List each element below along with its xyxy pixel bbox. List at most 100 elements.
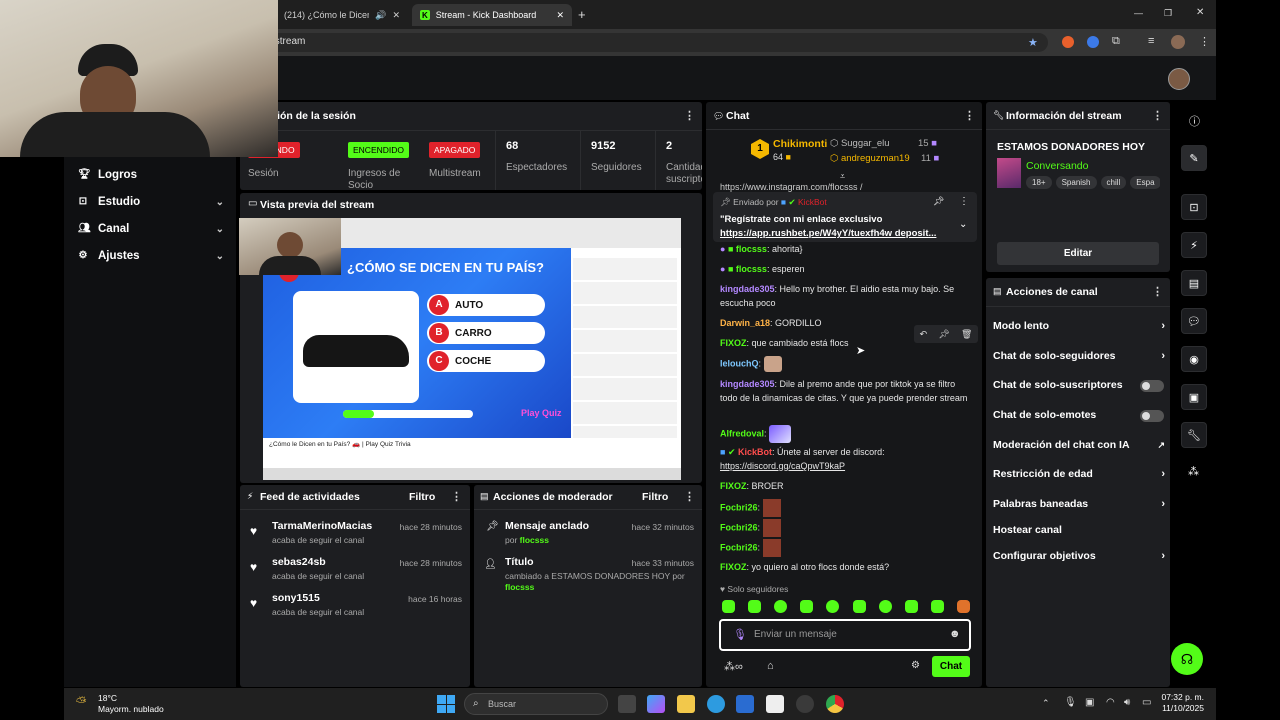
feed-user[interactable]: sebas24sb: [272, 556, 326, 568]
mod-user[interactable]: flocsss: [520, 535, 549, 545]
chevron-up-icon[interactable]: ⌃: [1042, 698, 1050, 709]
emote-icon[interactable]: [722, 600, 735, 613]
chat-user[interactable]: lelouchQ: [720, 358, 759, 368]
close-icon[interactable]: ✕: [556, 10, 564, 21]
chat-user[interactable]: FIXOZ: [720, 481, 747, 491]
battery-icon[interactable]: ▭: [1142, 697, 1151, 708]
emoji-icon[interactable]: ☻: [949, 628, 961, 640]
emote-icon[interactable]: [930, 600, 944, 613]
chat-user[interactable]: Focbri26: [720, 522, 758, 532]
chat-send-button[interactable]: Chat: [932, 656, 970, 677]
browser-tab-youtube[interactable]: (214) ¿Cómo le Dicen en tu 🔊 ✕: [276, 4, 408, 26]
obs-icon[interactable]: [796, 695, 814, 713]
community-icon[interactable]: ⁂: [1188, 465, 1199, 478]
info-icon[interactable]: ⓘ: [1189, 113, 1200, 129]
speaker-icon[interactable]: 🔊︎: [1124, 697, 1130, 708]
media-icon[interactable]: ≡: [1148, 35, 1154, 47]
rail-button[interactable]: ⚡︎: [1181, 232, 1207, 258]
pin-icon[interactable]: 📌︎: [938, 329, 949, 340]
sidebar-item-canal[interactable]: 👥︎ Canal ⌄: [78, 219, 224, 239]
collapse-icon[interactable]: ⩡: [840, 171, 845, 182]
store-icon[interactable]: [736, 695, 754, 713]
emote-icon[interactable]: [956, 600, 970, 613]
windows-start-icon[interactable]: [437, 695, 455, 713]
kebab-menu-icon[interactable]: ⋮: [1152, 109, 1163, 122]
action-restriccion-edad[interactable]: Restricción de edad ›: [993, 466, 1165, 482]
chat-link[interactable]: https://www.instagram.com/flocsss /: [720, 182, 970, 192]
window-close-button[interactable]: ✕: [1196, 7, 1204, 18]
address-bar[interactable]: /stream: [212, 33, 1048, 52]
leader-third[interactable]: ⬡ andreguzman19: [830, 153, 910, 164]
rail-button[interactable]: ▤: [1181, 270, 1207, 296]
chat-user[interactable]: flocsss: [736, 264, 767, 274]
kebab-menu-icon[interactable]: ⋮: [959, 196, 969, 207]
star-icon[interactable]: ★: [1028, 36, 1038, 49]
pinned-link[interactable]: https://app.rushbet.pe/W4yY/tuexfh4w dep…: [720, 228, 952, 239]
emote-icon[interactable]: [852, 600, 866, 613]
extension-icon[interactable]: [1062, 36, 1074, 48]
edge-icon[interactable]: [707, 695, 725, 713]
mod-user[interactable]: flocsss: [505, 582, 534, 592]
emote-icon[interactable]: [800, 600, 814, 613]
pin-icon[interactable]: 📌︎: [933, 196, 944, 207]
pinned-user[interactable]: KickBot: [798, 197, 827, 207]
emote-icon[interactable]: [826, 600, 840, 613]
puzzle-icon[interactable]: ⧉: [1112, 35, 1120, 48]
kebab-menu-icon[interactable]: ⋮: [684, 490, 695, 503]
emote-icon[interactable]: [774, 600, 788, 613]
action-moderacion-ia[interactable]: Moderación del chat con IA ↗: [993, 437, 1165, 453]
action-configurar-objetivos[interactable]: Configurar objetivos ›: [993, 548, 1165, 564]
clock[interactable]: 07:32 p. m. 11/10/2025: [1160, 692, 1204, 714]
rail-button[interactable]: 💬︎: [1181, 308, 1207, 334]
new-tab-button[interactable]: +: [578, 7, 586, 22]
kebab-menu-icon[interactable]: ⋮: [964, 109, 975, 122]
mic-icon[interactable]: 🎙︎: [1064, 697, 1077, 708]
reply-icon[interactable]: ↶: [920, 329, 928, 340]
chat-user[interactable]: FIXOZ: [720, 338, 747, 348]
emote-icon[interactable]: [878, 600, 892, 613]
tray-icon[interactable]: ▣: [1085, 697, 1094, 708]
action-hostear-canal[interactable]: Hostear canal: [993, 522, 1165, 538]
extension-icon[interactable]: [1087, 36, 1099, 48]
edit-rail-button[interactable]: ✎: [1181, 145, 1207, 171]
tag-chip[interactable]: Espa: [1130, 176, 1160, 189]
filter-button[interactable]: Filtro: [409, 491, 435, 503]
minimize-button[interactable]: —: [1134, 8, 1143, 18]
profile-avatar[interactable]: [1171, 35, 1185, 49]
trash-icon[interactable]: 🗑︎: [961, 329, 972, 340]
emote-icon[interactable]: [748, 600, 762, 613]
task-view-icon[interactable]: [618, 695, 636, 713]
action-modo-lento[interactable]: Modo lento ›: [993, 318, 1165, 334]
chat-user[interactable]: Focbri26: [720, 542, 758, 552]
chat-user[interactable]: Focbri26: [720, 502, 758, 512]
sidebar-item-ajustes[interactable]: ⚙ Ajustes ⌄: [78, 246, 224, 266]
chat-user[interactable]: kingdade305: [720, 284, 775, 294]
maximize-button[interactable]: ❐: [1164, 8, 1172, 19]
rail-button[interactable]: ⊡: [1181, 194, 1207, 220]
points-icon[interactable]: ⁂∞: [724, 660, 743, 673]
feed-user[interactable]: sony1515: [272, 592, 320, 604]
chat-user[interactable]: kingdade305: [720, 379, 775, 389]
chat-user[interactable]: FIXOZ: [720, 562, 747, 572]
gear-icon[interactable]: ⚙: [911, 660, 920, 671]
edit-stream-button[interactable]: Editar: [997, 242, 1159, 265]
chat-user[interactable]: KickBot: [738, 447, 772, 457]
document-icon[interactable]: [766, 695, 784, 713]
tag-chip[interactable]: Spanish: [1055, 176, 1097, 189]
rail-button[interactable]: 🔧︎: [1181, 422, 1207, 448]
stream-category[interactable]: Conversando: [1026, 160, 1088, 172]
solo-suscriptores-toggle[interactable]: [1140, 380, 1164, 392]
chrome-icon[interactable]: [826, 695, 844, 713]
close-icon[interactable]: ✕: [392, 10, 400, 21]
emote-icon[interactable]: [904, 600, 918, 613]
leader-second[interactable]: ⬡ Suggar_elu: [830, 138, 890, 149]
store-icon[interactable]: ⌂: [767, 660, 774, 672]
sidebar-item-logros[interactable]: 🏆︎ Logros: [78, 165, 224, 185]
chat-input[interactable]: 🎙︎ Enviar un mensaje ☻: [719, 619, 971, 651]
chat-user[interactable]: flocsss: [736, 244, 767, 254]
tag-chip[interactable]: chill: [1100, 176, 1127, 189]
feed-user[interactable]: TarmaMerinoMacias: [272, 520, 372, 532]
browser-tab-kick[interactable]: K Stream - Kick Dashboard ✕: [412, 4, 572, 26]
tag-chip[interactable]: 18+: [1026, 176, 1052, 189]
kebab-menu-icon[interactable]: ⋮: [451, 490, 462, 503]
